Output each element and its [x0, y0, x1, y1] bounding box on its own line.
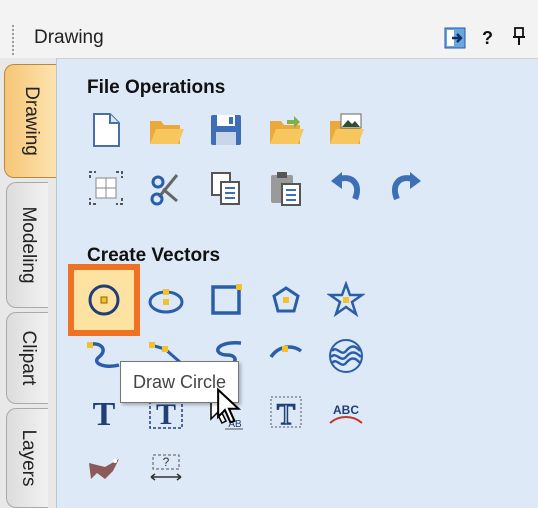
tab-modeling[interactable]: Modeling: [6, 182, 48, 308]
import-image-folder-icon[interactable]: [327, 111, 365, 149]
text-adjust-icon[interactable]: T: [267, 393, 305, 431]
redo-icon[interactable]: [387, 169, 425, 207]
panel-titlebar: Drawing ?: [0, 0, 538, 59]
open-folder-icon[interactable]: [147, 111, 185, 149]
draw-ellipse-icon[interactable]: [147, 281, 185, 319]
svg-text:?: ?: [163, 455, 170, 469]
svg-text:T: T: [277, 398, 295, 431]
cut-icon[interactable]: [147, 169, 185, 207]
open-folder-alt-icon[interactable]: [267, 111, 305, 149]
auto-hide-pin-icon[interactable]: [443, 26, 467, 50]
draw-star-icon[interactable]: [327, 281, 365, 319]
save-icon[interactable]: [207, 111, 245, 149]
tab-layers-label: Layers: [17, 429, 39, 487]
file-operations-heading: File Operations: [87, 77, 226, 98]
help-button[interactable]: ?: [482, 26, 496, 50]
tab-clipart[interactable]: Clipart: [6, 312, 48, 404]
paste-icon[interactable]: [267, 169, 305, 207]
drag-grip[interactable]: [12, 25, 14, 55]
draw-polygon-icon[interactable]: [267, 281, 305, 319]
tab-layers[interactable]: Layers: [6, 408, 48, 508]
dock-pin-icon[interactable]: [512, 26, 526, 50]
tab-modeling-label: Modeling: [17, 206, 39, 284]
copy-icon[interactable]: [207, 169, 245, 207]
drawing-panel-content: File Operations Create Vectors T T AB T …: [56, 59, 538, 508]
panel-title: Drawing: [34, 27, 104, 48]
tab-drawing-label: Drawing: [20, 86, 42, 156]
bitmap-trace-icon[interactable]: [85, 449, 123, 487]
text-icon[interactable]: T: [85, 393, 123, 431]
draw-polyline-icon[interactable]: [85, 337, 123, 375]
svg-text:ABC: ABC: [333, 403, 359, 417]
dimension-icon[interactable]: ?: [147, 449, 185, 487]
tab-clipart-label: Clipart: [17, 330, 39, 386]
fit-view-icon[interactable]: [87, 169, 125, 207]
text-on-curve-icon[interactable]: ABC: [327, 393, 365, 431]
tab-drawing[interactable]: Drawing: [4, 64, 56, 178]
draw-arc-icon[interactable]: [267, 337, 305, 375]
undo-icon[interactable]: [327, 169, 365, 207]
new-file-icon[interactable]: [87, 111, 125, 149]
svg-text:T: T: [93, 396, 116, 431]
wave-pattern-icon[interactable]: [327, 337, 365, 375]
draw-rectangle-icon[interactable]: [207, 281, 245, 319]
vertical-tab-strip: Drawing Modeling Clipart Layers: [0, 58, 56, 508]
draw-circle-icon[interactable]: [85, 281, 123, 319]
mouse-cursor-icon: [210, 387, 242, 424]
